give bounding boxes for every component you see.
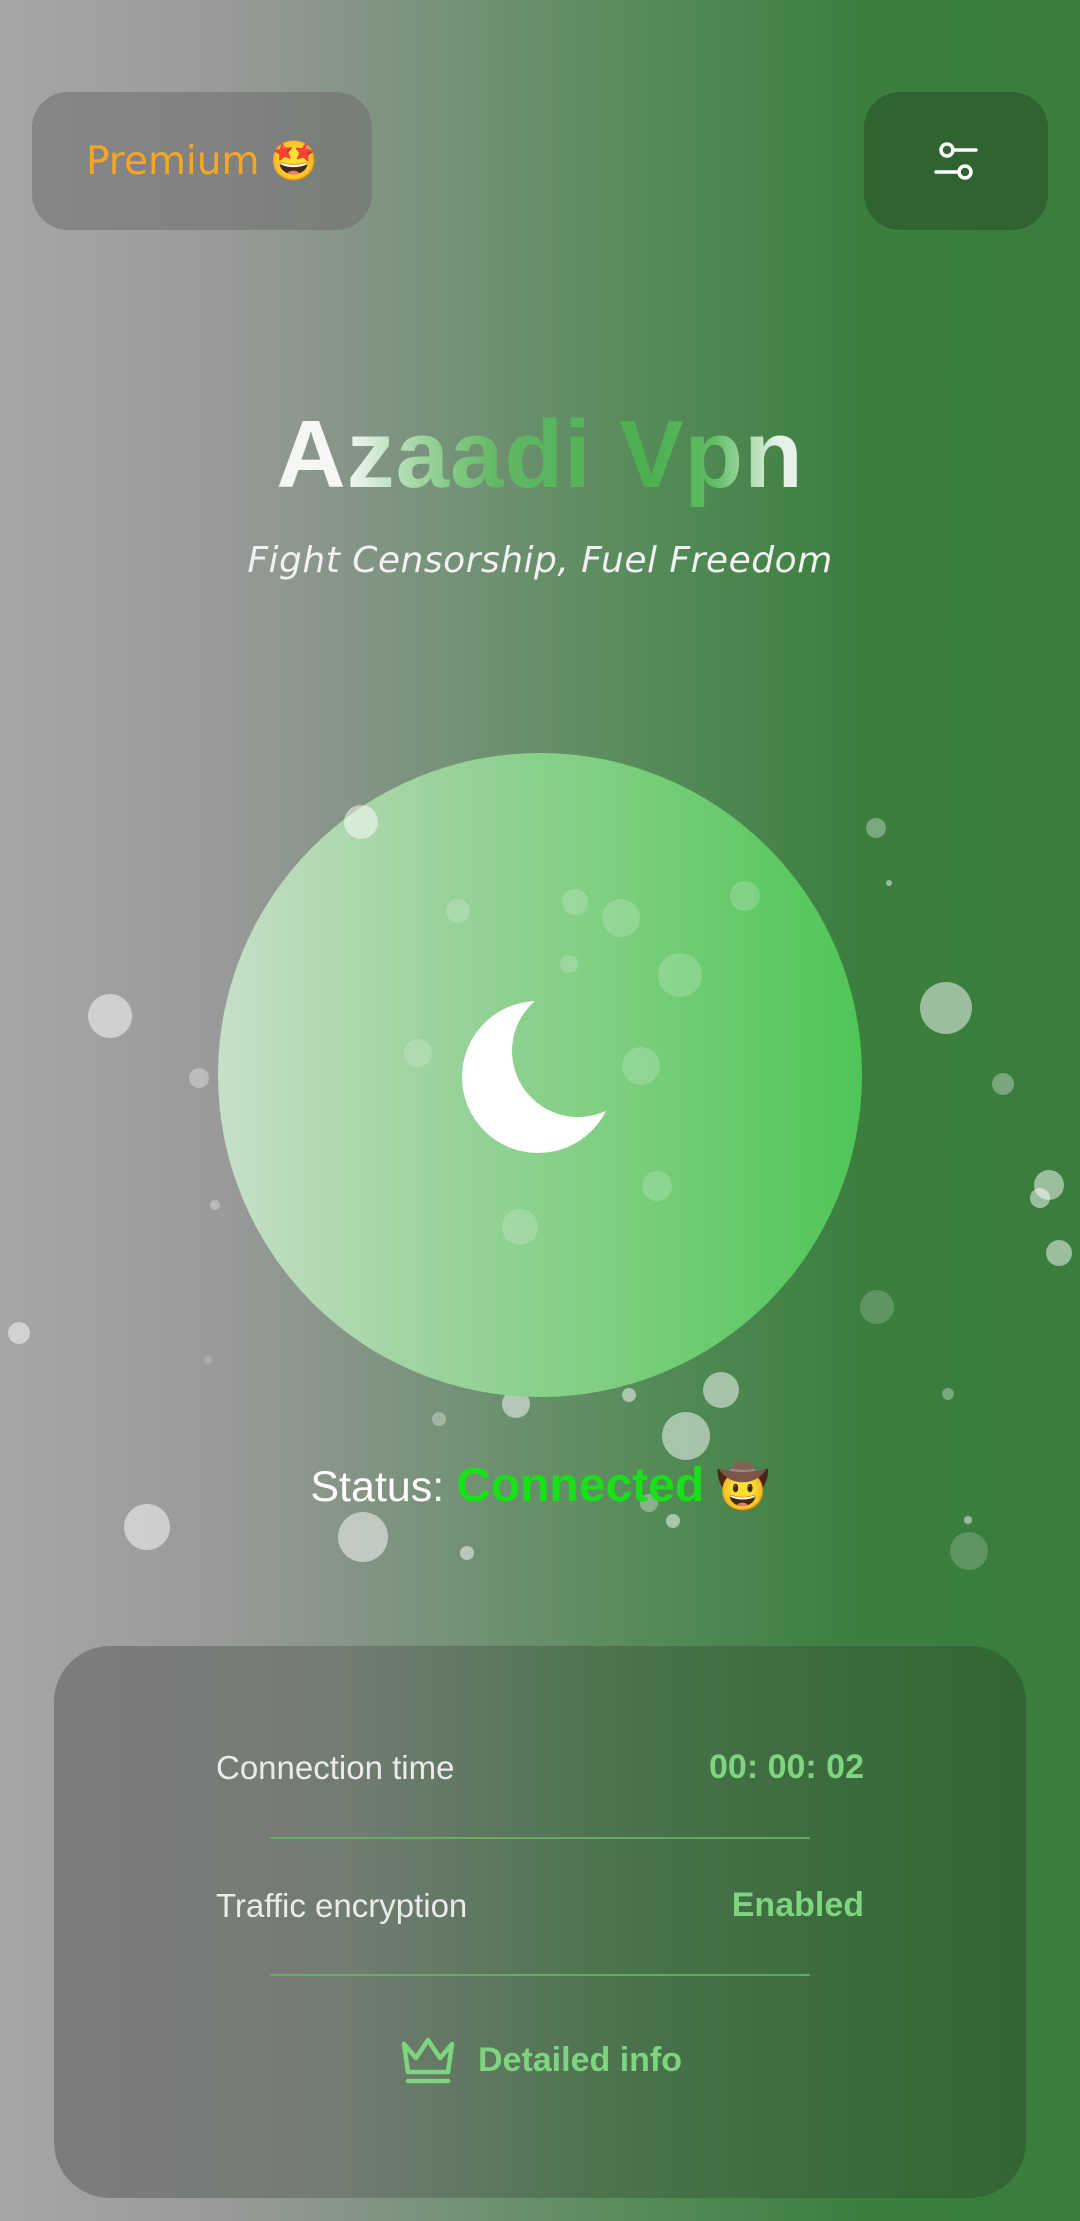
settings-button[interactable] [864, 92, 1048, 230]
cowboy-emoji-icon: 🤠 [716, 1463, 770, 1511]
app-title: Azaadi Vpn [0, 400, 1080, 510]
traffic-encryption-value: Enabled [731, 1886, 864, 1924]
premium-label: Premium [85, 138, 260, 184]
connection-time-label: Connection time [216, 1748, 455, 1786]
connection-time-value: 00: 00: 02 [709, 1748, 864, 1786]
traffic-encryption-row: Traffic encryption Enabled [216, 1886, 864, 1925]
sliders-icon [934, 142, 978, 180]
status-value: Connected [456, 1459, 705, 1512]
star-struck-emoji-icon: 🤩 [269, 139, 319, 184]
premium-button[interactable]: Premium 🤩 [32, 92, 372, 230]
crown-icon [401, 2037, 455, 2084]
connection-status: Status: Connected 🤠 [0, 1458, 1080, 1513]
info-divider [270, 1974, 810, 1976]
info-divider [270, 1837, 810, 1839]
status-label: Status: [310, 1463, 457, 1511]
connection-time-row: Connection time 00: 00: 02 [216, 1748, 864, 1787]
traffic-encryption-label: Traffic encryption [216, 1886, 468, 1924]
connect-power-button[interactable] [218, 753, 862, 1397]
detailed-info-button[interactable]: Detailed info [0, 2034, 1080, 2086]
moon-icon [462, 1001, 614, 1153]
app-subtitle: Fight Censorship, Fuel Freedom [247, 540, 833, 581]
detailed-info-label: Detailed info [477, 2040, 683, 2079]
